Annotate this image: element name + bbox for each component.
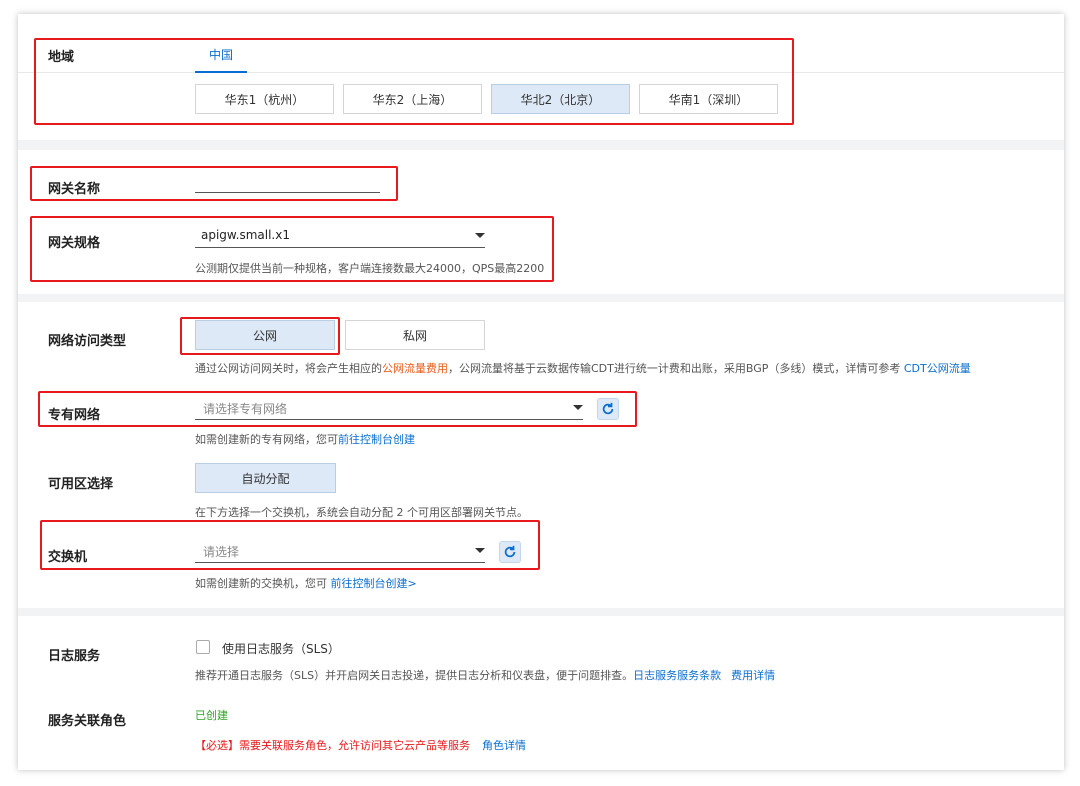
region-option-label: 华东2（上海） bbox=[372, 92, 453, 107]
hint-text: ，公网流量将基于云数据传输CDT进行统一计费和出账，采用BGP（多线）模式，详情… bbox=[448, 362, 904, 375]
zone-auto-label: 自动分配 bbox=[241, 471, 290, 486]
network-type-hint: 通过公网访问网关时，将会产生相应的公网流量费用，公网流量将基于云数据传输CDT进… bbox=[195, 360, 971, 376]
hint-text: 如需创建新的交换机，您可 bbox=[195, 577, 331, 590]
hint-text: 推荐开通日志服务（SLS）并开启网关日志投递，提供日志分析和仪表盘，便于问题排查… bbox=[195, 669, 634, 682]
refresh-icon bbox=[504, 545, 516, 558]
network-type-private-label: 私网 bbox=[402, 328, 427, 343]
network-type-label: 网络访问类型 bbox=[48, 334, 127, 349]
gateway-name-label: 网关名称 bbox=[48, 182, 101, 197]
network-section: 网络访问类型 公网 私网 通过公网访问网关时，将会产生相应的公网流量费用，公网流… bbox=[18, 302, 1064, 608]
gateway-spec-select[interactable]: apigw.small.x1 bbox=[195, 224, 485, 248]
hint-text: 如需创建新的专有网络，您可 bbox=[195, 433, 338, 446]
region-option-beijing[interactable]: 华北2（北京） bbox=[491, 84, 630, 114]
chevron-down-icon bbox=[475, 548, 485, 553]
vswitch-refresh-button[interactable] bbox=[499, 541, 521, 563]
refresh-icon bbox=[602, 402, 614, 415]
region-option-shenzhen[interactable]: 华南1（深圳） bbox=[639, 84, 778, 114]
chevron-down-icon bbox=[475, 233, 485, 238]
region-label: 地域 bbox=[48, 50, 75, 65]
create-vpc-link[interactable]: 前往控制台创建 bbox=[338, 433, 415, 446]
log-service-label: 日志服务 bbox=[48, 649, 101, 664]
zone-label: 可用区选择 bbox=[48, 477, 114, 492]
zone-hint: 在下方选择一个交换机，系统会自动分配 2 个可用区部署网关节点。 bbox=[195, 506, 528, 519]
fee-details-link[interactable]: 费用详情 bbox=[731, 669, 775, 682]
region-section: 地域 中国 华东1（杭州） 华东2（上海） 华北2（北京） 华南1（深圳） bbox=[18, 14, 1064, 140]
cdt-traffic-link[interactable]: CDT公网流量 bbox=[904, 362, 971, 375]
gateway-name-input[interactable] bbox=[195, 169, 380, 193]
log-service-terms-link[interactable]: 日志服务服务条款 bbox=[633, 669, 721, 682]
vswitch-placeholder: 请选择 bbox=[203, 545, 240, 559]
role-details-link[interactable]: 角色详情 bbox=[482, 739, 526, 752]
create-vswitch-link[interactable]: 前往控制台创建> bbox=[331, 577, 417, 590]
log-service-checkbox[interactable] bbox=[196, 640, 210, 654]
service-role-label: 服务关联角色 bbox=[48, 714, 127, 729]
public-traffic-fee-link[interactable]: 公网流量费用 bbox=[382, 362, 448, 375]
hint-text: 通过公网访问网关时，将会产生相应的 bbox=[195, 362, 382, 375]
vpc-label: 专有网络 bbox=[48, 408, 101, 423]
region-option-label: 华北2（北京） bbox=[520, 92, 601, 107]
tab-china-label: 中国 bbox=[208, 48, 233, 62]
service-role-status: 已创建 bbox=[195, 709, 228, 722]
vswitch-hint: 如需创建新的交换机，您可 前往控制台创建> bbox=[195, 575, 417, 591]
region-option-hangzhou[interactable]: 华东1（杭州） bbox=[195, 84, 334, 114]
gateway-spec-label: 网关规格 bbox=[48, 236, 101, 251]
tab-china[interactable]: 中国 bbox=[195, 44, 247, 73]
log-service-checkbox-label[interactable]: 使用日志服务（SLS） bbox=[222, 640, 340, 657]
vpc-refresh-button[interactable] bbox=[597, 398, 619, 420]
zone-auto-button[interactable]: 自动分配 bbox=[195, 463, 336, 493]
form-frame: 地域 中国 华东1（杭州） 华东2（上海） 华北2（北京） 华南1（深圳） 网关… bbox=[18, 14, 1064, 770]
service-role-hint: 【必选】需要关联服务角色，允许访问其它云产品等服务 角色详情 bbox=[195, 737, 526, 753]
region-option-label: 华东1（杭州） bbox=[224, 92, 305, 107]
service-role-warning: 【必选】需要关联服务角色，允许访问其它云产品等服务 bbox=[195, 739, 470, 752]
gateway-spec-value: apigw.small.x1 bbox=[201, 228, 290, 242]
log-service-hint: 推荐开通日志服务（SLS）并开启网关日志投递，提供日志分析和仪表盘，便于问题排查… bbox=[195, 667, 775, 683]
vpc-hint: 如需创建新的专有网络，您可前往控制台创建 bbox=[195, 431, 415, 447]
network-type-private[interactable]: 私网 bbox=[345, 320, 485, 350]
vpc-placeholder: 请选择专有网络 bbox=[203, 402, 288, 416]
region-option-label: 华南1（深圳） bbox=[668, 92, 749, 107]
network-type-public-label: 公网 bbox=[252, 328, 277, 343]
log-section: 日志服务 使用日志服务（SLS） 推荐开通日志服务（SLS）并开启网关日志投递，… bbox=[18, 616, 1064, 770]
gateway-spec-hint: 公测期仅提供当前一种规格，客户端连接数最大24000，QPS最高2200 bbox=[195, 262, 545, 275]
chevron-down-icon bbox=[573, 405, 583, 410]
region-tab-bar bbox=[18, 72, 1064, 73]
vswitch-select[interactable]: 请选择 bbox=[195, 539, 485, 563]
region-option-shanghai[interactable]: 华东2（上海） bbox=[343, 84, 482, 114]
network-type-public[interactable]: 公网 bbox=[195, 320, 335, 350]
vpc-select[interactable]: 请选择专有网络 bbox=[195, 396, 583, 420]
gateway-section: 网关名称 网关规格 apigw.small.x1 公测期仅提供当前一种规格，客户… bbox=[18, 150, 1064, 294]
vswitch-label: 交换机 bbox=[48, 550, 88, 565]
